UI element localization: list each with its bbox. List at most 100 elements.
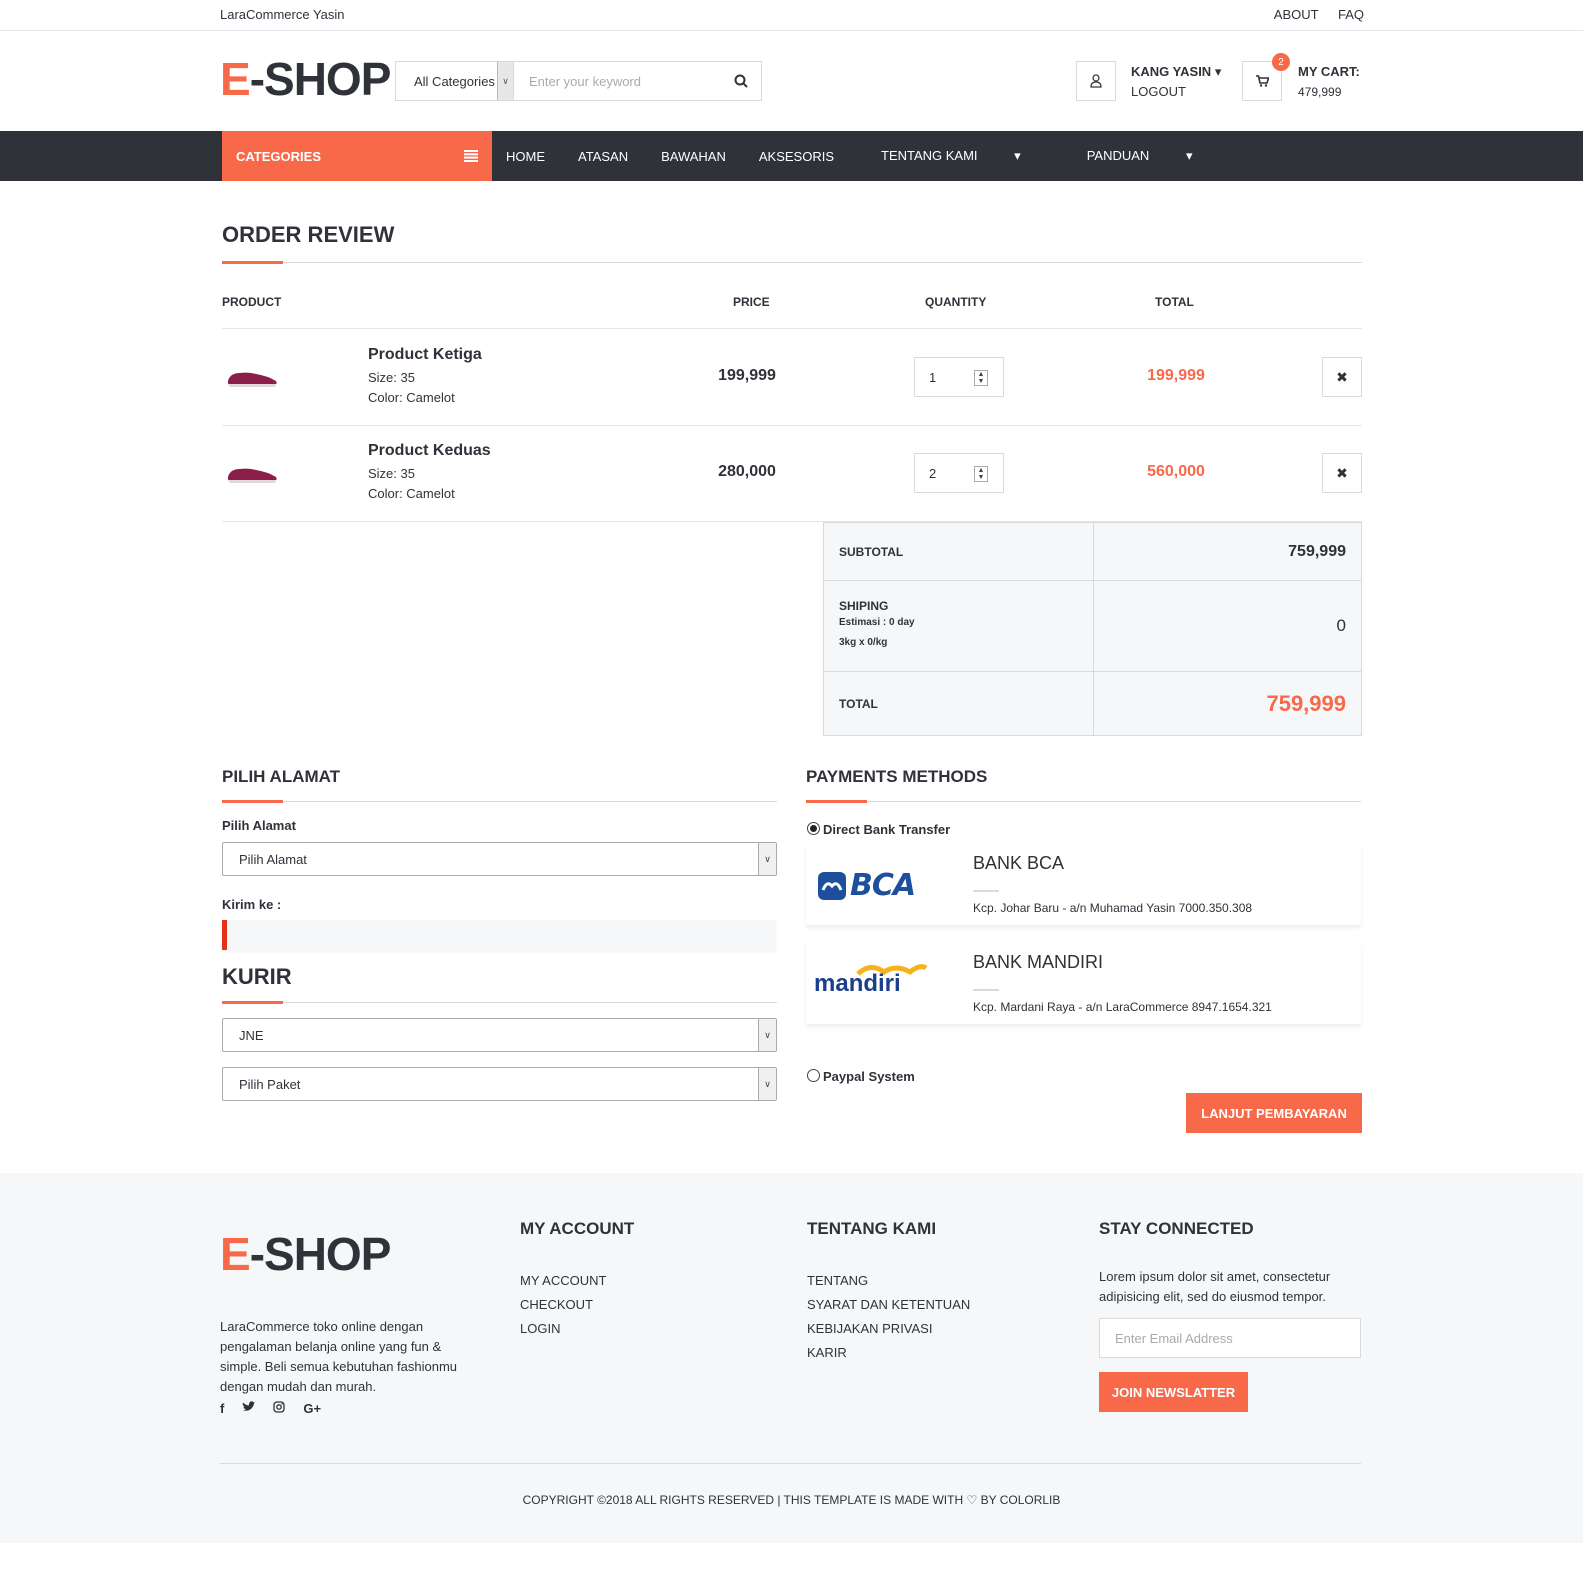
- list-icon: [464, 150, 478, 162]
- footer-link-login[interactable]: LOGIN: [520, 1317, 606, 1341]
- quantity-stepper[interactable]: 2 ▲ ▼: [914, 453, 1004, 493]
- radio-dot: [810, 825, 817, 832]
- quantity-value: 2: [929, 465, 937, 481]
- product-size: Size: 35: [368, 466, 415, 481]
- shipping-value: 0: [1336, 616, 1346, 635]
- th-product: PRODUCT: [222, 295, 282, 309]
- nav-item-panduan[interactable]: PANDUAN ▾: [1073, 148, 1212, 164]
- category-select[interactable]: All Categories ∨: [396, 62, 514, 100]
- cart-label: MY CART:: [1298, 64, 1360, 79]
- address-select[interactable]: Pilih Alamat ∨: [222, 842, 777, 876]
- join-newsletter-button[interactable]: JOIN NEWSLATTER: [1099, 1372, 1248, 1412]
- spinner-icon[interactable]: ▲ ▼: [974, 466, 988, 482]
- footer-link-syarat[interactable]: SYARAT DAN KETENTUAN: [807, 1293, 970, 1317]
- instagram-icon[interactable]: [273, 1401, 285, 1413]
- heart-icon: ♡: [966, 1493, 978, 1507]
- facebook-icon[interactable]: f: [220, 1401, 224, 1416]
- account-name[interactable]: KANG YASIN ▾: [1131, 62, 1221, 82]
- address-select-value: Pilih Alamat: [239, 851, 307, 867]
- bank-divider: [973, 989, 999, 991]
- footer-divider: [220, 1463, 1361, 1464]
- about-link[interactable]: ABOUT: [1274, 7, 1319, 22]
- search-input[interactable]: Enter your keyword: [514, 62, 721, 100]
- footer-my-account-title: MY ACCOUNT: [520, 1219, 635, 1238]
- grand-total-value: 759,999: [1266, 690, 1346, 716]
- account-button[interactable]: [1076, 61, 1116, 101]
- divider: [222, 801, 777, 802]
- continue-payment-button[interactable]: LANJUT PEMBAYARAN: [1186, 1093, 1362, 1133]
- summary-shipping-row: SHIPING Estimasi : 0 day 3kg x 0/kg 0: [824, 580, 1361, 671]
- order-summary: SUBTOTAL 759,999 SHIPING Estimasi : 0 da…: [823, 522, 1362, 736]
- header: E-SHOP All Categories ∨ Enter your keywo…: [0, 31, 1583, 131]
- footer-my-account-list: MY ACCOUNT CHECKOUT LOGIN: [520, 1269, 606, 1341]
- logo[interactable]: E-SHOP: [220, 56, 391, 102]
- courier-title: KURIR: [222, 964, 292, 989]
- product-name[interactable]: Product Keduas: [368, 442, 491, 460]
- chevron-down-icon: ∨: [758, 843, 776, 875]
- nav-item-atasan[interactable]: ATASAN: [578, 149, 628, 164]
- footer-link-kebijakan[interactable]: KEBIJAKAN PRIVASI: [807, 1317, 970, 1341]
- th-total: TOTAL: [1155, 295, 1194, 309]
- footer-link-checkout[interactable]: CHECKOUT: [520, 1293, 606, 1317]
- divider: [222, 1002, 777, 1003]
- caret-down-icon: ▾: [1014, 148, 1021, 163]
- summary-subtotal-row: SUBTOTAL 759,999: [824, 523, 1361, 580]
- quantity-stepper[interactable]: 1 ▲ ▼: [914, 357, 1004, 397]
- footer-link-tentang[interactable]: TENTANG: [807, 1269, 970, 1293]
- bank-card-mandiri[interactable]: mandiri BANK MANDIRI Kcp. Mardani Raya -…: [806, 942, 1361, 1024]
- logout-link[interactable]: LOGOUT: [1131, 82, 1221, 102]
- product-color: Color: Camelot: [368, 486, 455, 501]
- footer-tentang-title: TENTANG KAMI: [807, 1219, 937, 1238]
- paypal-radio[interactable]: [807, 1069, 820, 1082]
- bank-divider: [973, 890, 999, 892]
- product-size: Size: 35: [368, 370, 415, 385]
- footer-logo[interactable]: E-SHOP: [220, 1231, 391, 1277]
- user-icon: [1090, 74, 1102, 88]
- caret-down-icon: ▾: [1185, 148, 1193, 163]
- bca-logo: BCA: [818, 868, 916, 903]
- courier-select[interactable]: JNE ∨: [222, 1018, 777, 1052]
- bank-transfer-radio[interactable]: [807, 822, 820, 835]
- order-review-title: ORDER REVIEW: [222, 222, 395, 247]
- package-select[interactable]: Pilih Paket ∨: [222, 1067, 777, 1101]
- faq-link[interactable]: FAQ: [1338, 7, 1364, 22]
- bank-name: BANK MANDIRI: [973, 952, 1104, 972]
- footer-link-my-account[interactable]: MY ACCOUNT: [520, 1269, 606, 1293]
- product-name[interactable]: Product Ketiga: [368, 346, 482, 364]
- divider: [222, 425, 1362, 426]
- close-icon: ✖: [1336, 464, 1348, 481]
- copyright: COPYRIGHT ©2018 ALL RIGHTS RESERVED | TH…: [522, 1493, 1061, 1507]
- footer-tentang-list: TENTANG SYARAT DAN KETENTUAN KEBIJAKAN P…: [807, 1269, 970, 1365]
- title-accent: [222, 261, 283, 264]
- title-accent: [806, 800, 867, 803]
- search-button[interactable]: [721, 62, 761, 100]
- bank-transfer-label[interactable]: Direct Bank Transfer: [823, 822, 950, 837]
- remove-item-button[interactable]: ✖: [1322, 357, 1362, 397]
- caret-down-icon: ▾: [1214, 64, 1222, 79]
- product-thumbnail[interactable]: [226, 463, 280, 485]
- cart-amount: 479,999: [1298, 85, 1342, 99]
- chevron-down-icon: ∨: [758, 1068, 776, 1100]
- categories-toggle[interactable]: CATEGORIES: [222, 131, 492, 181]
- remove-item-button[interactable]: ✖: [1322, 453, 1362, 493]
- newsletter-email-input[interactable]: Enter Email Address: [1099, 1318, 1361, 1358]
- shipping-address-box: [222, 920, 776, 950]
- category-select-label: All Categories: [414, 73, 495, 89]
- product-price: 280,000: [718, 463, 776, 480]
- nav-item-tentang-kami[interactable]: TENTANG KAMI ▾: [867, 148, 1040, 164]
- categories-label: CATEGORIES: [236, 148, 321, 164]
- google-plus-icon[interactable]: G+: [303, 1401, 321, 1416]
- chevron-down-icon: ∨: [758, 1019, 776, 1051]
- account-menu: KANG YASIN ▾ LOGOUT: [1131, 62, 1221, 102]
- nav-item-home[interactable]: HOME: [506, 149, 545, 164]
- paypal-label[interactable]: Paypal System: [823, 1069, 915, 1084]
- product-thumbnail[interactable]: [226, 367, 280, 389]
- nav-item-aksesoris[interactable]: AKSESORIS: [759, 149, 834, 164]
- nav-item-bawahan[interactable]: BAWAHAN: [661, 149, 726, 164]
- footer-link-karir[interactable]: KARIR: [807, 1341, 970, 1365]
- title-accent: [222, 800, 283, 803]
- spinner-icon[interactable]: ▲ ▼: [974, 370, 988, 386]
- twitter-icon[interactable]: [242, 1401, 256, 1413]
- bank-card-bca[interactable]: BCA BANK BCA Kcp. Johar Baru - a/n Muham…: [806, 843, 1361, 925]
- divider: [222, 262, 1362, 263]
